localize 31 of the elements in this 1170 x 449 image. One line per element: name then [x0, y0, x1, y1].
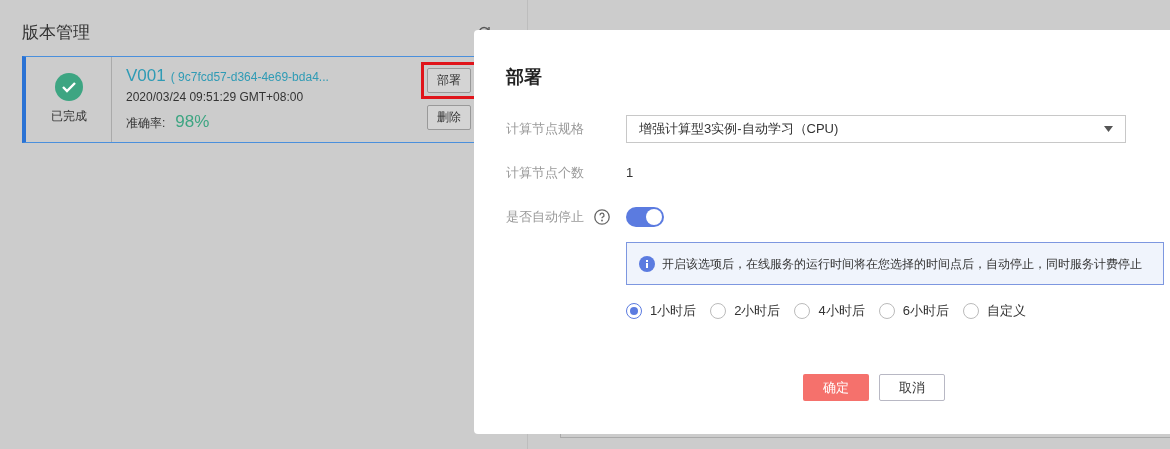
toggle-switch[interactable]: [626, 207, 664, 227]
caret-icon: [1104, 126, 1113, 132]
select-field[interactable]: 增强计算型3实例-自动学习（CPU): [626, 115, 1126, 143]
radio-option[interactable]: 2小时后: [710, 301, 781, 321]
dialog-title: 部署: [506, 66, 543, 89]
radio-button[interactable]: [626, 302, 642, 319]
radio-button[interactable]: [878, 302, 895, 319]
field-label: 计算节点个数: [506, 164, 584, 183]
radio-option[interactable]: 自定义: [962, 301, 1026, 321]
radio-option[interactable]: 4小时后: [794, 301, 865, 321]
info-icon: [639, 255, 655, 272]
status-label: 已完成: [50, 108, 87, 125]
card-button[interactable]: 删除: [427, 104, 471, 130]
check-circle-icon: [54, 73, 83, 101]
help-icon[interactable]: [594, 209, 610, 225]
radio-button[interactable]: [710, 302, 727, 319]
field-label: 是否自动停止: [506, 208, 584, 227]
radio-option[interactable]: 6小时后: [878, 301, 949, 321]
field-value: 1: [626, 164, 634, 182]
radio-button[interactable]: [794, 302, 811, 319]
timestamp: 2020/03/24 09:51:29 GMT+08:00: [126, 89, 305, 106]
info-text: 开启该选项后，在线服务的运行时间将在您选择的时间点后，自动停止，同时服务计费停止: [662, 255, 1142, 273]
accuracy-label: 准确率:: [126, 115, 166, 132]
radio-button[interactable]: [962, 302, 979, 319]
cancel-button[interactable]: 取消: [879, 374, 945, 401]
panel-title: 版本管理: [22, 22, 90, 44]
radio-option[interactable]: 1小时后: [626, 301, 697, 321]
card-button[interactable]: 部署: [427, 67, 471, 93]
accuracy-value: 98%: [175, 111, 210, 133]
field-label: 计算节点规格: [506, 120, 584, 139]
version-id: ( 9c7fcd57-d364-4e69-bda4...: [170, 68, 329, 86]
